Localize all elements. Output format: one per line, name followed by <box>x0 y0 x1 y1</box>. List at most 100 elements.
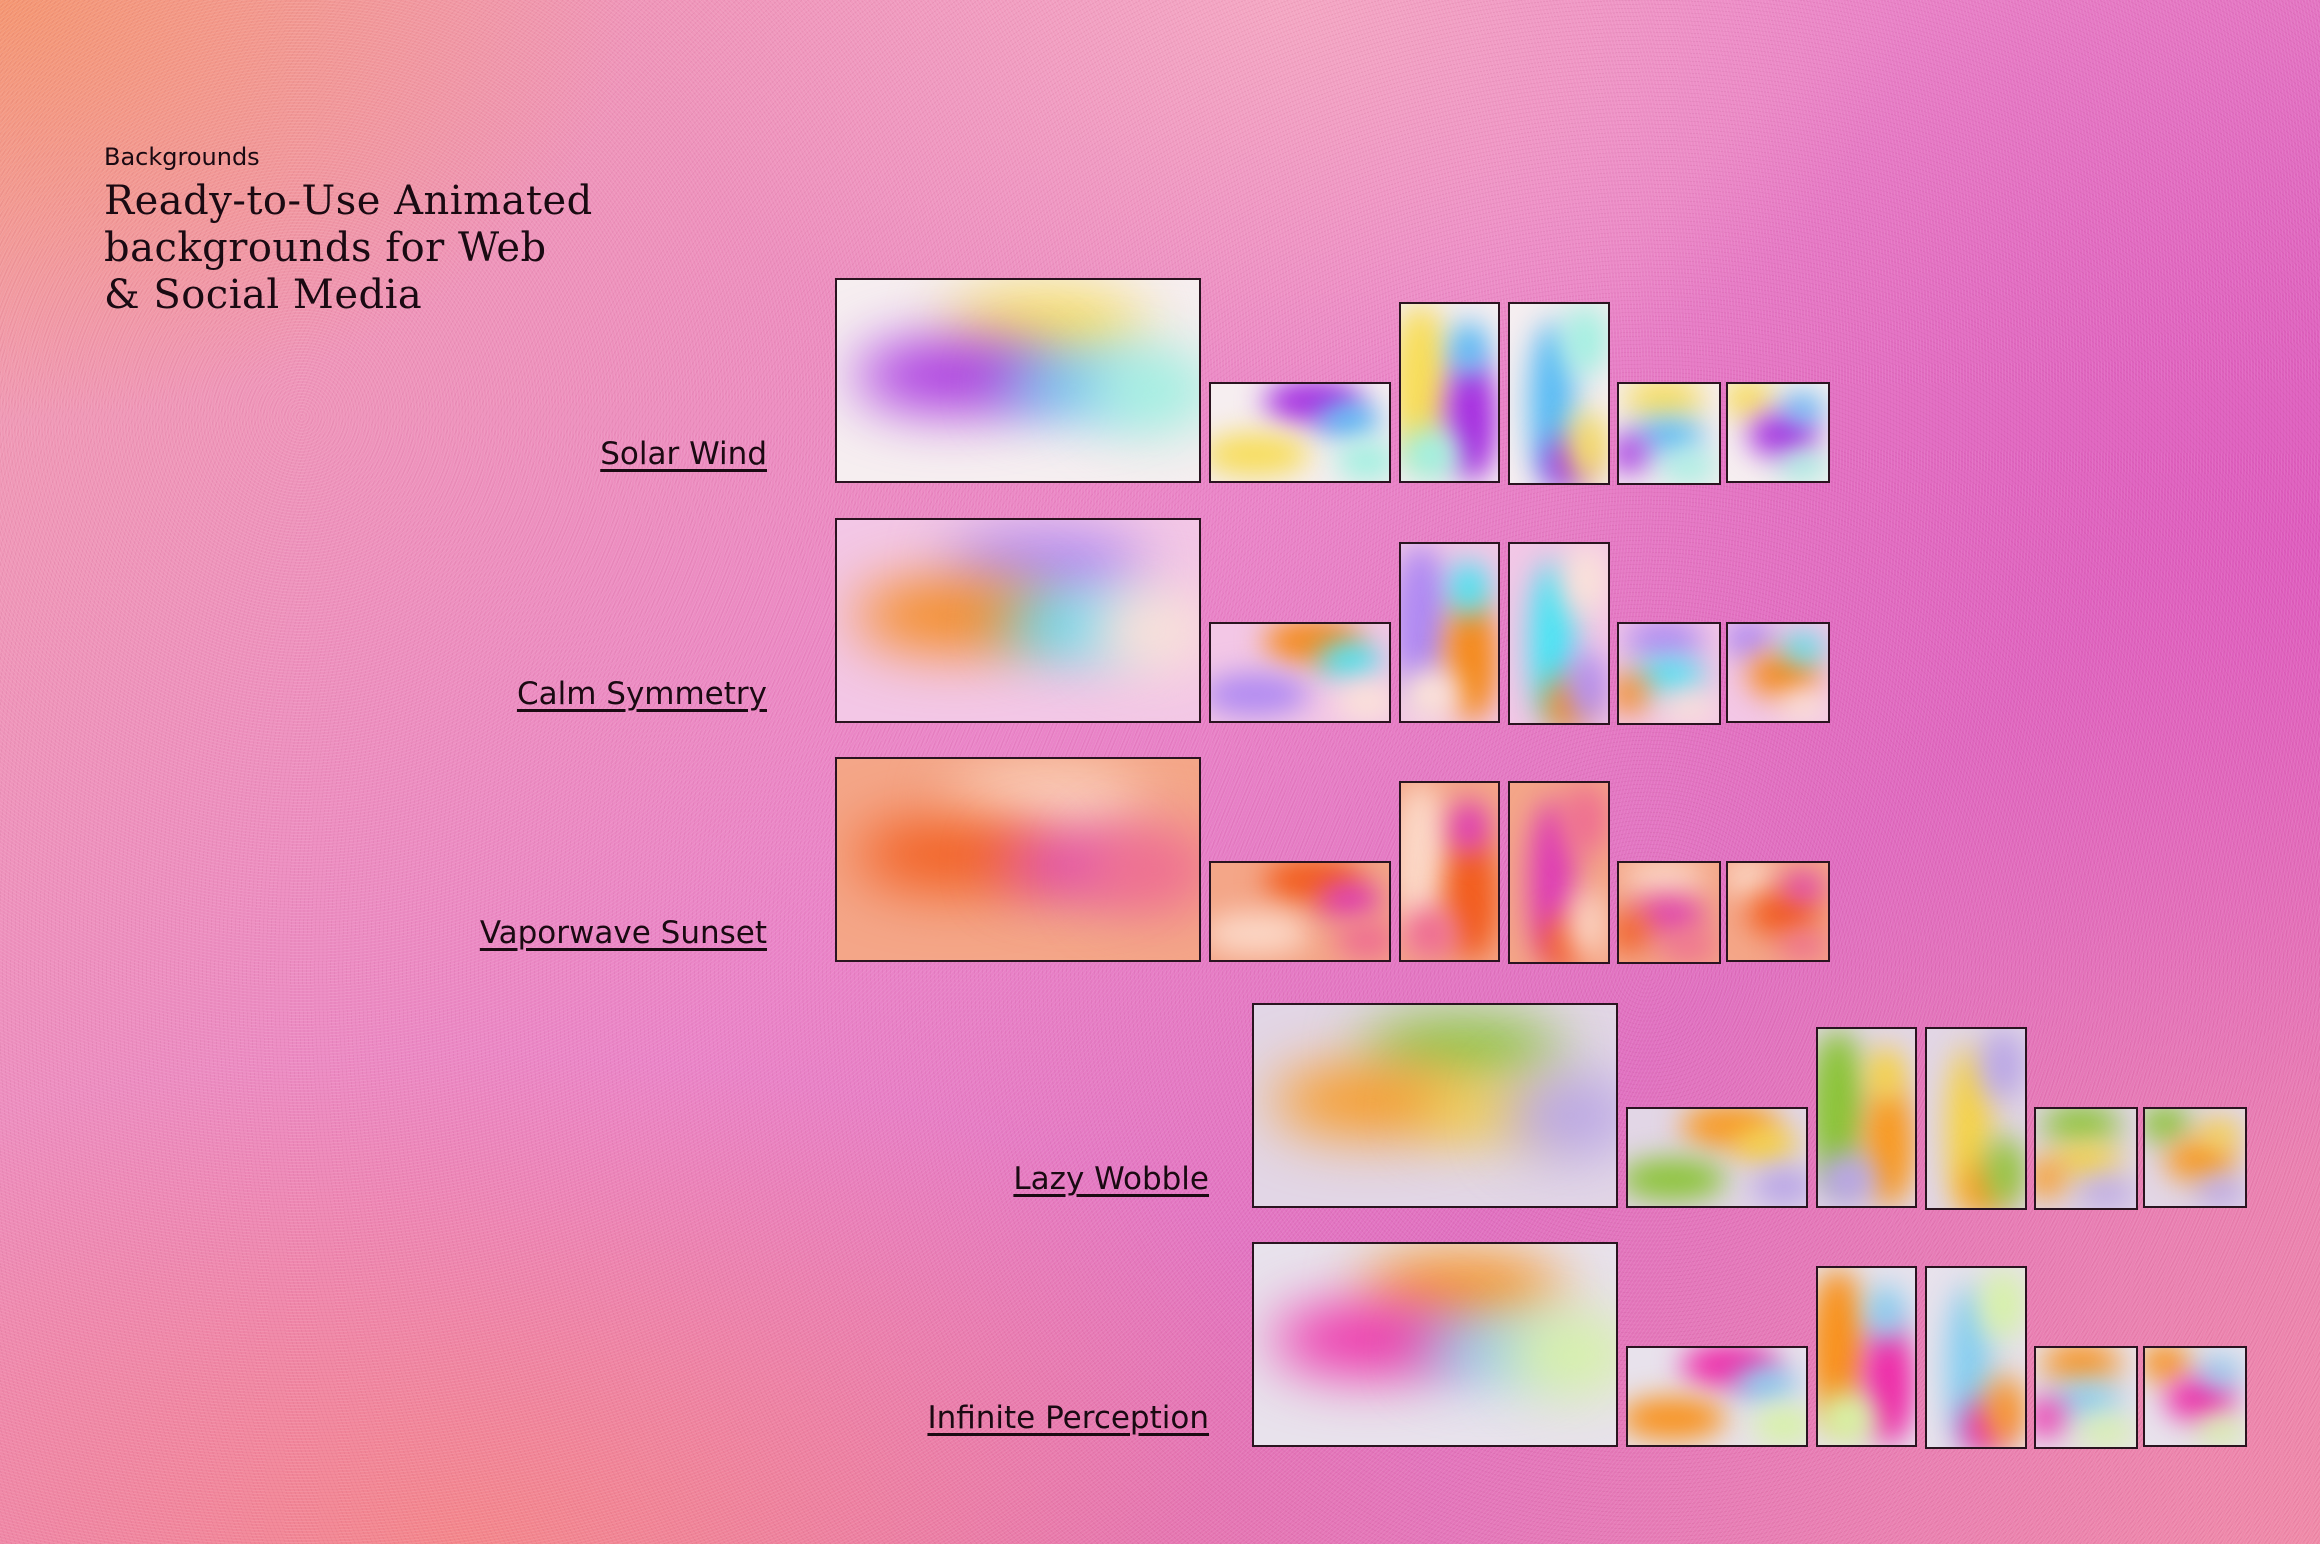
collection-link[interactable]: Infinite Perception <box>927 1400 1209 1436</box>
thumbnail-square[interactable] <box>1726 382 1830 483</box>
gradient-blob <box>1628 1396 1726 1441</box>
gradient-blob <box>2076 1417 2136 1447</box>
gradient-blob <box>1090 829 1199 910</box>
thumbnail-portrait[interactable] <box>1508 542 1610 725</box>
gradient-blob <box>1818 1391 1877 1445</box>
gradient-blob <box>1752 1167 1806 1206</box>
thumbnail-square[interactable] <box>2034 1107 2138 1210</box>
thumbnail-portrait[interactable] <box>1399 302 1500 483</box>
gradient-blob <box>1818 1152 1877 1206</box>
gradient-blob <box>1563 304 1608 376</box>
gradient-blob <box>1507 1075 1616 1156</box>
gradient-blob <box>1624 384 1704 419</box>
gradient-blob <box>1866 1285 1906 1339</box>
gradient-blob <box>1211 672 1309 717</box>
thumbnail-square[interactable] <box>2034 1346 2138 1449</box>
title-line: backgrounds for Web <box>104 225 547 271</box>
gradient-blob <box>1568 651 1608 723</box>
thumbnail-portrait[interactable] <box>1925 1266 2027 1449</box>
gradient-blob <box>1985 1375 2025 1447</box>
collection-link[interactable]: Vaporwave Sunset <box>480 915 767 951</box>
thumbnail-landscape[interactable] <box>1209 382 1391 483</box>
thumbnail-square[interactable] <box>2143 1107 2247 1208</box>
thumbnail-square[interactable] <box>1726 861 1830 962</box>
gradient-blob <box>1401 427 1460 481</box>
thumbnail-landscape-large[interactable] <box>835 757 1201 962</box>
thumbnail-portrait[interactable] <box>1508 781 1610 964</box>
gradient-blob <box>2145 1109 2190 1143</box>
thumbnail-landscape-large[interactable] <box>1252 1003 1618 1208</box>
thumbnail-portrait[interactable] <box>1399 781 1500 962</box>
thumbnail-landscape[interactable] <box>1626 1346 1808 1447</box>
gradient-blob <box>1401 667 1460 721</box>
gradient-blob <box>1335 442 1389 481</box>
title-line: & Social Media <box>104 272 423 318</box>
gradient-blob <box>1778 451 1828 481</box>
gradient-blob <box>1624 863 1704 898</box>
section-eyebrow: Backgrounds <box>104 143 260 171</box>
thumbnail-portrait[interactable] <box>1816 1266 1917 1447</box>
gradient-blob <box>1317 403 1381 438</box>
gradient-blob <box>1563 783 1608 855</box>
gradient-blob <box>1449 800 1489 854</box>
gradient-blob <box>1568 411 1608 483</box>
gradient-blob <box>1783 872 1823 902</box>
collection-link[interactable]: Lazy Wobble <box>1013 1161 1209 1197</box>
gradient-blob <box>1783 633 1823 663</box>
gradient-blob <box>1317 882 1381 917</box>
title-line: Ready-to-Use Animated <box>104 178 593 224</box>
thumbnail-landscape-large[interactable] <box>1252 1242 1618 1447</box>
thumbnail-landscape[interactable] <box>1209 622 1391 723</box>
thumbnail-square[interactable] <box>2143 1346 2247 1447</box>
gradient-blob <box>1734 1367 1798 1402</box>
gradient-blob <box>1335 921 1389 960</box>
gradient-blob <box>1752 1406 1806 1445</box>
gradient-blob <box>1449 561 1489 615</box>
gradient-blob <box>2200 1357 2240 1387</box>
gradient-blob <box>1659 932 1719 962</box>
gradient-blob <box>1734 1128 1798 1163</box>
gradient-blob <box>2076 1178 2136 1208</box>
gradient-blob <box>2200 1118 2240 1148</box>
gradient-blob <box>1659 453 1719 483</box>
thumbnail-landscape[interactable] <box>1209 861 1391 962</box>
gradient-blob <box>1728 624 1773 658</box>
gradient-blob <box>1728 384 1773 418</box>
thumbnail-square[interactable] <box>1617 622 1721 725</box>
gradient-blob <box>1980 1029 2025 1101</box>
thumbnail-square[interactable] <box>1726 622 1830 723</box>
thumbnail-square[interactable] <box>1617 382 1721 485</box>
gradient-blob <box>2041 1348 2121 1383</box>
gradient-blob <box>1211 432 1309 477</box>
gradient-blob <box>1659 693 1719 723</box>
gradient-blob <box>2145 1348 2190 1382</box>
gradient-blob <box>2041 1109 2121 1144</box>
page-title: Ready-to-Use Animated backgrounds for We… <box>104 178 593 319</box>
thumbnail-landscape-large[interactable] <box>835 278 1201 483</box>
gradient-blob <box>1563 544 1608 616</box>
gradient-blob <box>1980 1268 2025 1340</box>
gradient-blob <box>1090 350 1199 431</box>
gradient-blob <box>1778 930 1828 960</box>
gradient-blob <box>1507 1314 1616 1395</box>
thumbnail-portrait[interactable] <box>1399 542 1500 723</box>
gradient-blob <box>1401 906 1460 960</box>
thumbnail-portrait[interactable] <box>1925 1027 2027 1210</box>
collection-link[interactable]: Solar Wind <box>600 436 767 472</box>
thumbnail-square[interactable] <box>1617 861 1721 964</box>
gradient-blob <box>1317 643 1381 678</box>
thumbnail-landscape[interactable] <box>1626 1107 1808 1208</box>
gradient-blob <box>1090 590 1199 671</box>
page-header: Backgrounds Ready-to-Use Animated backgr… <box>104 142 593 319</box>
gradient-blob <box>2195 1176 2245 1206</box>
thumbnail-portrait[interactable] <box>1816 1027 1917 1208</box>
gradient-blob <box>1985 1136 2025 1208</box>
gradient-blob <box>1866 1046 1906 1100</box>
gradient-blob <box>1211 911 1309 956</box>
gradient-blob <box>1628 1157 1726 1202</box>
collection-link[interactable]: Calm Symmetry <box>517 676 767 712</box>
gradient-blob <box>1449 321 1489 375</box>
gradient-blob <box>2195 1415 2245 1445</box>
thumbnail-portrait[interactable] <box>1508 302 1610 485</box>
thumbnail-landscape-large[interactable] <box>835 518 1201 723</box>
